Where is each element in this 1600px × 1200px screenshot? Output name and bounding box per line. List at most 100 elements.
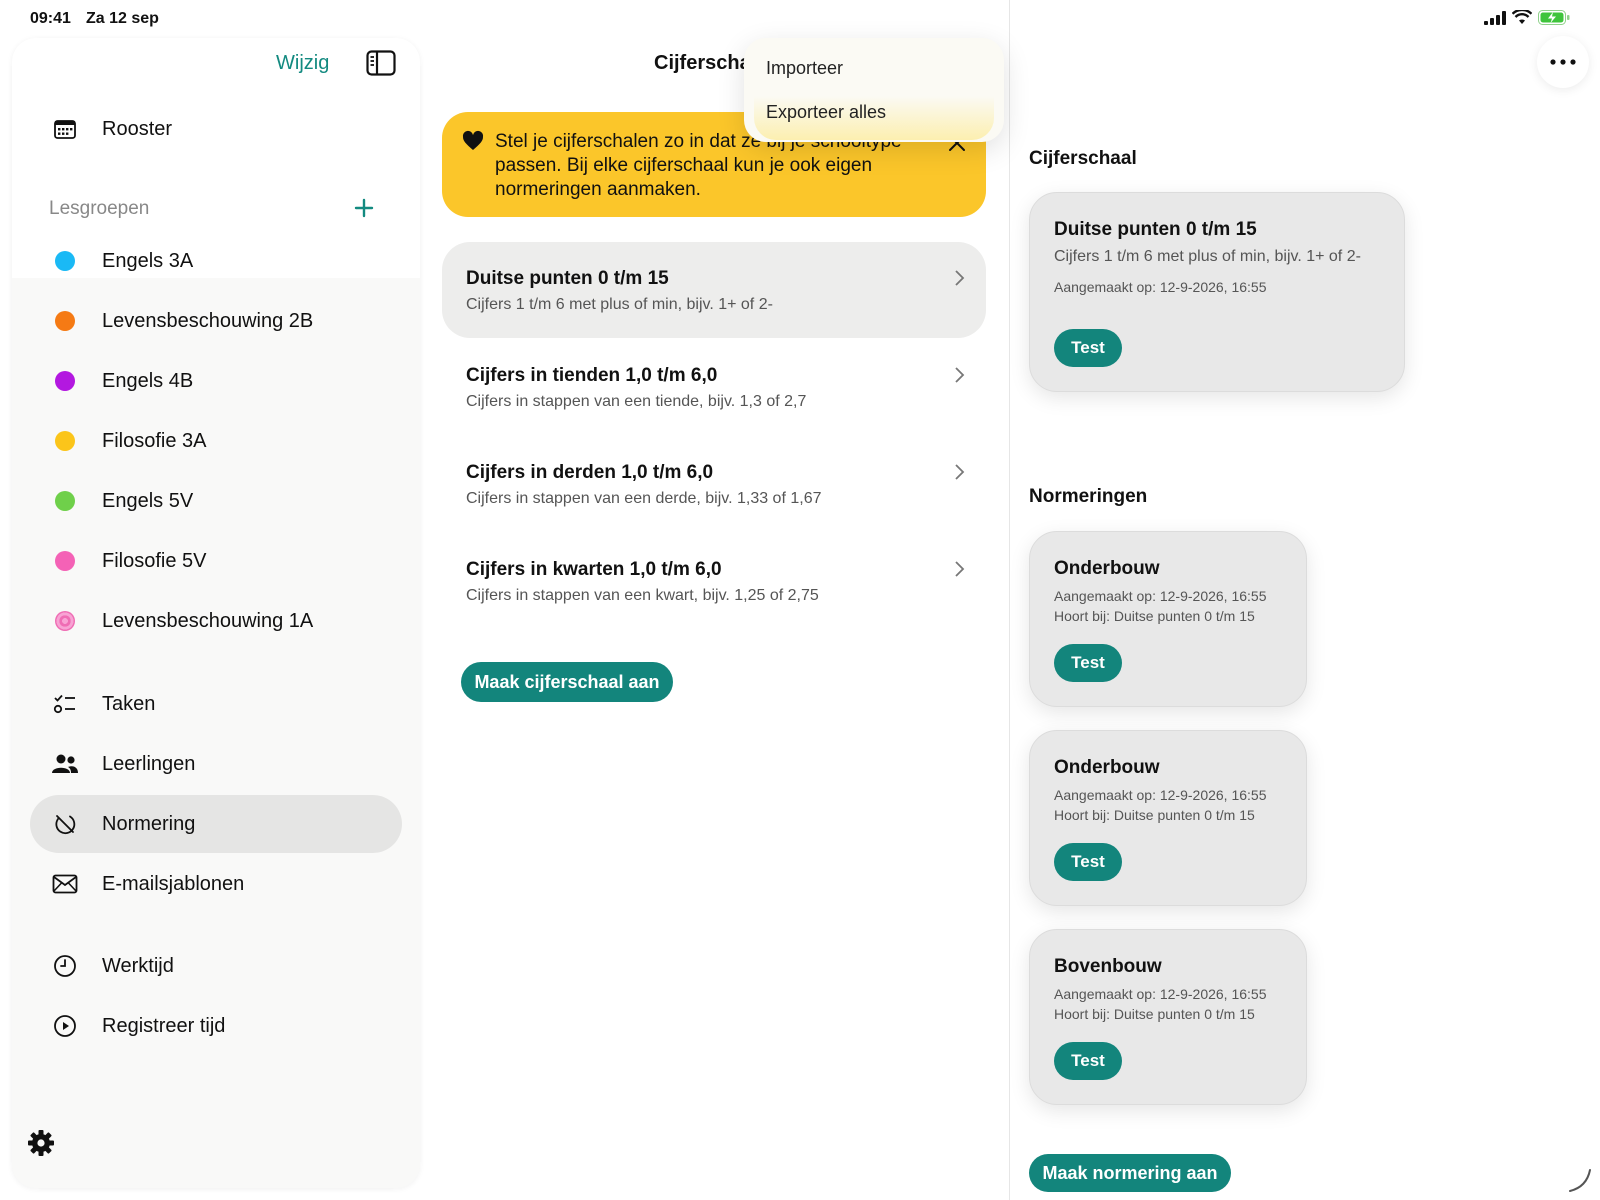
- scale-title: Duitse punten 0 t/m 15: [466, 268, 669, 289]
- test-badge-button[interactable]: Test: [1054, 1042, 1122, 1080]
- sidebar-item-label: Normering: [102, 812, 196, 835]
- sidebar-item-label: E-mailsjablonen: [102, 872, 245, 895]
- more-options-button[interactable]: [1537, 36, 1589, 88]
- section-label-lesgroepen: Lesgroepen: [49, 198, 150, 219]
- sidebar-item-registreer-tijd[interactable]: Registreer tijd: [30, 997, 402, 1055]
- sidebar-item-label: Engels 5V: [102, 489, 194, 512]
- card-subtitle: Cijfers 1 t/m 6 met plus of min, bijv. 1…: [1054, 248, 1361, 265]
- resize-handle-icon[interactable]: [1566, 1166, 1594, 1194]
- sidebar-item-emailsjablonen[interactable]: E-mailsjablonen: [30, 855, 402, 913]
- group-color-dot: [50, 486, 80, 516]
- card-created: Aangemaakt op: 12-9-2026, 16:55: [1054, 279, 1267, 295]
- sidebar-item-group[interactable]: Engels 4B: [30, 352, 402, 410]
- sidebar-item-label: Engels 3A: [102, 249, 194, 272]
- tasks-icon: [50, 689, 80, 719]
- norm-card[interactable]: Bovenbouw Aangemaakt op: 12-9-2026, 16:5…: [1029, 929, 1307, 1105]
- group-color-dot: [50, 546, 80, 576]
- scale-title: Cijfers in kwarten 1,0 t/m 6,0: [466, 559, 722, 580]
- scale-subtitle: Cijfers in stappen van een derde, bijv. …: [466, 490, 822, 507]
- sidebar-item-label: Registreer tijd: [102, 1014, 226, 1037]
- create-scale-button[interactable]: Maak cijferschaal aan: [461, 662, 673, 702]
- sidebar-item-label: Werktijd: [102, 954, 174, 977]
- group-color-dot: [50, 366, 80, 396]
- norm-card[interactable]: Onderbouw Aangemaakt op: 12-9-2026, 16:5…: [1029, 531, 1307, 707]
- heart-icon: [462, 130, 484, 150]
- sidebar-toggle-icon[interactable]: [366, 50, 396, 76]
- test-badge-button[interactable]: Test: [1054, 843, 1122, 881]
- sidebar-item-group[interactable]: Filosofie 5V: [30, 532, 402, 590]
- scale-title: Cijfers in tienden 1,0 t/m 6,0: [466, 365, 718, 386]
- sidebar-item-label: Taken: [102, 692, 156, 715]
- test-badge-button[interactable]: Test: [1054, 644, 1122, 682]
- card-title: Onderbouw: [1054, 558, 1160, 579]
- sidebar-item-label: Levensbeschouwing 1A: [102, 609, 314, 632]
- create-norm-button[interactable]: Maak normering aan: [1029, 1154, 1231, 1192]
- sidebar-item-group[interactable]: Filosofie 3A: [30, 412, 402, 470]
- wifi-icon: [1512, 10, 1532, 24]
- calendar-icon: [50, 114, 80, 144]
- edit-button[interactable]: Wijzig: [276, 52, 329, 75]
- card-belongs: Hoort bij: Duitse punten 0 t/m 15: [1054, 608, 1255, 624]
- norm-heading: Normeringen: [1029, 486, 1148, 507]
- chevron-right-icon: [955, 561, 965, 577]
- card-belongs: Hoort bij: Duitse punten 0 t/m 15: [1054, 1006, 1255, 1022]
- options-menu: Importeer Exporteer alles: [744, 38, 1004, 142]
- settings-gear-icon[interactable]: [26, 1128, 56, 1158]
- chevron-right-icon: [955, 367, 965, 383]
- test-badge-button[interactable]: Test: [1054, 329, 1122, 367]
- scale-list-item[interactable]: Cijfers in kwarten 1,0 t/m 6,0 Cijfers i…: [442, 533, 986, 629]
- group-color-dot: [50, 606, 80, 636]
- play-icon: [50, 1011, 80, 1041]
- group-color-dot: [50, 306, 80, 336]
- sidebar-item-leerlingen[interactable]: Leerlingen: [30, 735, 402, 793]
- sidebar-item-group[interactable]: Engels 5V: [30, 472, 402, 530]
- scale-subtitle: Cijfers in stappen van een tiende, bijv.…: [466, 393, 807, 410]
- card-created: Aangemaakt op: 12-9-2026, 16:55: [1054, 787, 1267, 803]
- sidebar-item-label: Engels 4B: [102, 369, 194, 392]
- page-title: Cijferscha: [654, 52, 751, 74]
- more-icon: [1550, 59, 1576, 65]
- sidebar-item-rooster[interactable]: Rooster: [30, 100, 402, 158]
- card-title: Onderbouw: [1054, 757, 1160, 778]
- status-date: Za 12 sep: [86, 10, 159, 27]
- status-icons: [1484, 10, 1570, 25]
- sidebar: Wijzig Rooster Lesgroepen Engels 3A Leve…: [12, 38, 420, 1188]
- scale-list-item[interactable]: Cijfers in tienden 1,0 t/m 6,0 Cijfers i…: [442, 339, 986, 435]
- sidebar-item-label: Leerlingen: [102, 752, 196, 775]
- scale-list-item[interactable]: Cijfers in derden 1,0 t/m 6,0 Cijfers in…: [442, 436, 986, 532]
- card-created: Aangemaakt op: 12-9-2026, 16:55: [1054, 986, 1267, 1002]
- sidebar-item-normering[interactable]: Normering: [30, 795, 402, 853]
- card-title: Bovenbouw: [1054, 956, 1162, 977]
- group-color-dot: [50, 246, 80, 276]
- mail-icon: [50, 869, 80, 899]
- sidebar-item-group[interactable]: Levensbeschouwing 1A: [30, 592, 402, 650]
- card-created: Aangemaakt op: 12-9-2026, 16:55: [1054, 588, 1267, 604]
- students-icon: [50, 749, 80, 779]
- sidebar-item-group[interactable]: Levensbeschouwing 2B: [30, 292, 402, 350]
- menu-item-import[interactable]: Importeer: [766, 58, 843, 79]
- sidebar-item-werktijd[interactable]: Werktijd: [30, 937, 402, 995]
- cellular-signal-icon: [1484, 10, 1506, 25]
- sidebar-item-label: Levensbeschouwing 2B: [102, 309, 314, 332]
- scale-subtitle: Cijfers 1 t/m 6 met plus of min, bijv. 1…: [466, 296, 773, 313]
- norm-card[interactable]: Onderbouw Aangemaakt op: 12-9-2026, 16:5…: [1029, 730, 1307, 906]
- sidebar-item-label: Rooster: [102, 117, 173, 140]
- battery-charging-icon: [1538, 10, 1570, 25]
- card-title: Duitse punten 0 t/m 15: [1054, 219, 1257, 240]
- sidebar-item-taken[interactable]: Taken: [30, 675, 402, 733]
- sidebar-item-group[interactable]: Engels 3A: [30, 232, 402, 290]
- scale-detail-card: Duitse punten 0 t/m 15 Cijfers 1 t/m 6 m…: [1029, 192, 1405, 392]
- scale-subtitle: Cijfers in stappen van een kwart, bijv. …: [466, 587, 819, 604]
- add-group-icon[interactable]: [350, 194, 378, 222]
- group-color-dot: [50, 426, 80, 456]
- column-divider: [1009, 0, 1010, 1200]
- chevron-right-icon: [955, 464, 965, 480]
- sidebar-item-label: Filosofie 3A: [102, 429, 207, 452]
- clock-icon: [50, 951, 80, 981]
- grading-icon: [50, 809, 80, 839]
- scale-list-item[interactable]: Duitse punten 0 t/m 15 Cijfers 1 t/m 6 m…: [442, 242, 986, 338]
- scale-heading: Cijferschaal: [1029, 148, 1137, 169]
- scale-title: Cijfers in derden 1,0 t/m 6,0: [466, 462, 714, 483]
- menu-item-export-all[interactable]: Exporteer alles: [766, 102, 886, 123]
- status-bar: 09:41 Za 12 sep: [0, 0, 1600, 36]
